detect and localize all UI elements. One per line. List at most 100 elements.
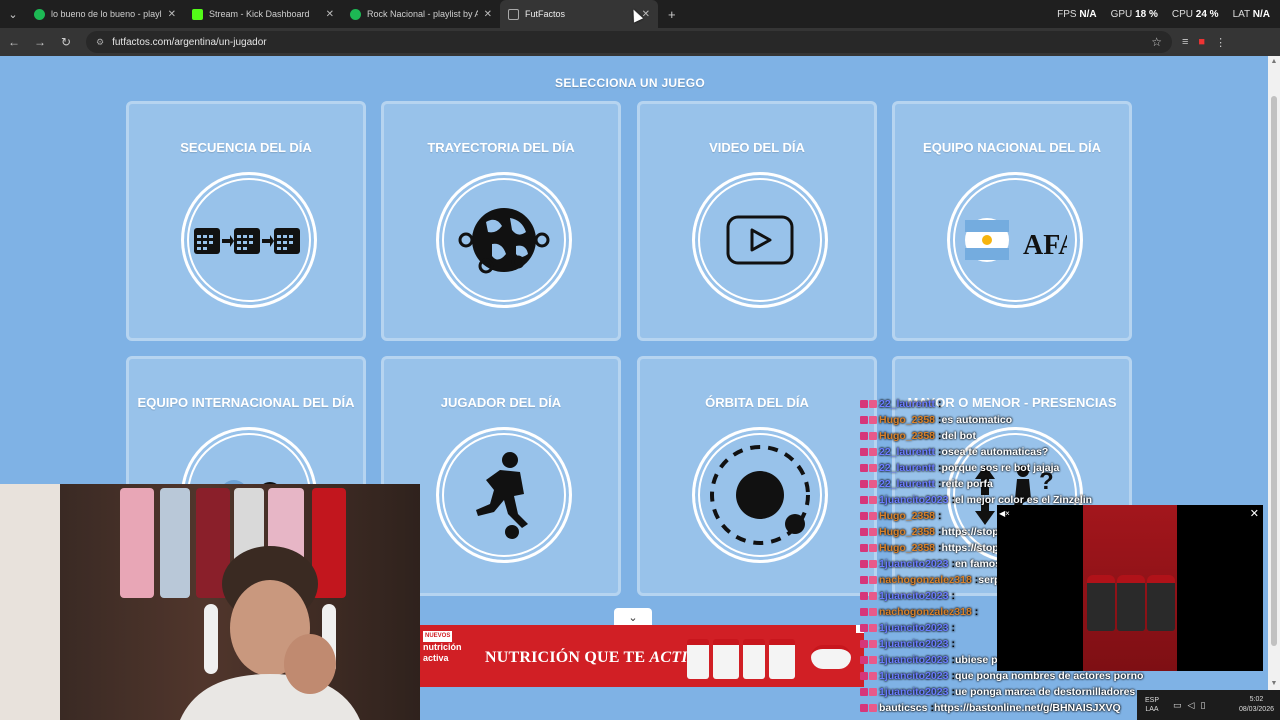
game-card-video[interactable]: VIDEO DEL DÍA (637, 101, 877, 341)
chat-username[interactable]: 1juancito2023 (879, 636, 948, 652)
scroll-down-icon[interactable]: ▼ (1268, 678, 1280, 690)
chat-message: 1juancito2023: ue ponga marca de destorn… (860, 684, 1160, 700)
chat-username[interactable]: Hugo_2358 (879, 524, 935, 540)
close-icon[interactable]: ✕ (168, 9, 176, 20)
network-icon[interactable]: ▭ (1173, 700, 1182, 711)
user-badges-icon (860, 640, 877, 648)
chat-username[interactable]: Hugo_2358 (879, 508, 935, 524)
section-title: SELECCIONA UN JUEGO (555, 76, 705, 90)
ad-expand-chevron-icon[interactable]: ⌄ (614, 608, 652, 626)
badge-icon (860, 576, 868, 584)
chat-username[interactable]: nachogonzalez318 (879, 604, 972, 620)
badge-icon (860, 416, 868, 424)
chat-username[interactable]: 1juancito2023 (879, 620, 948, 636)
user-badges-icon (860, 704, 877, 712)
scroll-up-icon[interactable]: ▲ (1268, 56, 1280, 68)
chat-username[interactable]: 22_laurentt (879, 476, 935, 492)
user-badges-icon (860, 560, 877, 568)
tab-playlist-1[interactable]: lo bueno de lo bueno - playlist ✕ (26, 0, 184, 28)
reload-icon[interactable]: ↻ (54, 28, 78, 56)
close-icon[interactable]: ✕ (1250, 507, 1259, 520)
chat-username[interactable]: 22_laurentt (879, 444, 935, 460)
cpu-label: CPU (1171, 8, 1193, 20)
lat-value: N/A (1252, 8, 1270, 20)
chat-message: 22_laurentt: reite porfa (860, 476, 1160, 492)
chat-username[interactable]: 22_laurentt (879, 396, 935, 412)
chat-username[interactable]: Hugo_2358 (879, 428, 935, 444)
lat-readout: LAT N/A (1233, 9, 1270, 20)
fps-readout: FPS N/A (1057, 9, 1096, 20)
battery-icon[interactable]: ▯ (1200, 700, 1205, 711)
chat-username[interactable]: Hugo_2358 (879, 412, 935, 428)
badge-icon (860, 608, 868, 616)
game-card-secuencia[interactable]: SECUENCIA DEL DÍA (126, 101, 366, 341)
page-scrollbar[interactable]: ▲ ▼ (1268, 56, 1280, 690)
chat-username[interactable]: nachogonzalez318 (879, 572, 972, 588)
forward-icon[interactable]: → (28, 28, 52, 56)
ad-banner[interactable]: NUEVOS nutrición activa NUTRICIÓN QUE TE… (419, 625, 864, 687)
game-card-title: SECUENCIA DEL DÍA (180, 140, 312, 155)
chat-username[interactable]: 1juancito2023 (879, 492, 948, 508)
extension-icon[interactable]: ■ (1198, 36, 1205, 49)
toolbar-icons: ≡ ■ ⋮ (1182, 36, 1226, 49)
chat-username[interactable]: bauticscs (879, 700, 927, 716)
tab-title: Rock Nacional - playlist by Am (367, 9, 478, 19)
user-badges-icon (860, 688, 877, 696)
futfactos-icon (508, 8, 519, 20)
chat-message: 22_laurentt: osea te automaticas? (860, 444, 1160, 460)
chat-username[interactable]: 1juancito2023 (879, 684, 948, 700)
badge-icon (869, 640, 877, 648)
chat-username[interactable]: 1juancito2023 (879, 668, 948, 684)
user-badges-icon (860, 432, 877, 440)
clock-time: 5:02 (1249, 696, 1264, 703)
volume-icon[interactable]: ◁ (1188, 700, 1195, 711)
scrollbar-thumb[interactable] (1271, 96, 1277, 646)
chat-username[interactable]: 1juancito2023 (879, 588, 948, 604)
close-icon[interactable]: ✕ (326, 9, 334, 20)
system-tray-icons: ▭ ◁ ▯ (1173, 700, 1205, 711)
tab-title: Stream - Kick Dashboard (209, 9, 310, 19)
badge-icon (860, 544, 868, 552)
soccer-player-icon (436, 427, 572, 563)
tab-playlist-2[interactable]: Rock Nacional - playlist by Am ✕ (342, 0, 500, 28)
ad-brand-name-2: activa (423, 653, 449, 663)
streamer-silhouette (180, 546, 360, 720)
tab-search-chevron-icon[interactable]: ⌄ (0, 0, 26, 28)
ad-headline: NUTRICIÓN QUE TE ACTIVA (485, 649, 708, 667)
input-language-indicator[interactable]: ESP LAA (1137, 696, 1167, 714)
site-info-icon[interactable]: ⚙ (96, 37, 104, 48)
back-icon[interactable]: ← (2, 28, 26, 56)
bookmark-star-icon[interactable]: ☆ (1151, 35, 1162, 49)
system-clock[interactable]: 5:02 08/03/2026 (1239, 695, 1274, 715)
game-card-equipo-nacional[interactable]: EQUIPO NACIONAL DEL DÍA AFA (892, 101, 1132, 341)
badge-icon (860, 480, 868, 488)
game-card-orbita[interactable]: ÓRBITA DEL DÍA (637, 356, 877, 596)
chat-username[interactable]: Hugo_2358 (879, 540, 935, 556)
badge-icon (860, 592, 868, 600)
cpu-readout: CPU 24 % (1172, 9, 1219, 20)
badge-icon (869, 400, 877, 408)
badge-icon (860, 560, 868, 568)
popup-video-ad[interactable]: ◀× ✕ (997, 505, 1263, 671)
chat-message-text: https://bastonline.net/g/BHNAISJXVQ (933, 702, 1121, 714)
chat-username[interactable]: 22_laurentt (879, 460, 935, 476)
user-badges-icon (860, 416, 877, 424)
webcam-overlay (0, 484, 420, 720)
clock-date: 08/03/2026 (1238, 706, 1274, 713)
menu-kebab-icon[interactable]: ⋮ (1215, 36, 1226, 49)
new-tab-button[interactable]: + (668, 7, 676, 22)
ad-product-image (713, 639, 739, 679)
badge-icon (869, 432, 877, 440)
badge-icon (869, 560, 877, 568)
chat-username[interactable]: 1juancito2023 (879, 556, 948, 572)
chat-username[interactable]: 1juancito2023 (879, 652, 948, 668)
close-icon[interactable]: ✕ (484, 9, 492, 20)
tab-kick-dashboard[interactable]: Stream - Kick Dashboard ✕ (184, 0, 342, 28)
badge-icon (869, 656, 877, 664)
badge-icon (869, 448, 877, 456)
game-card-trayectoria[interactable]: TRAYECTORIA DEL DÍA (381, 101, 621, 341)
muted-speaker-icon[interactable]: ◀× (999, 509, 1010, 518)
cpu-value: 24 % (1195, 8, 1219, 20)
url-field[interactable]: ⚙ futfactos.com/argentina/un-jugador ☆ (86, 31, 1172, 53)
media-controls-icon[interactable]: ≡ (1182, 36, 1188, 49)
